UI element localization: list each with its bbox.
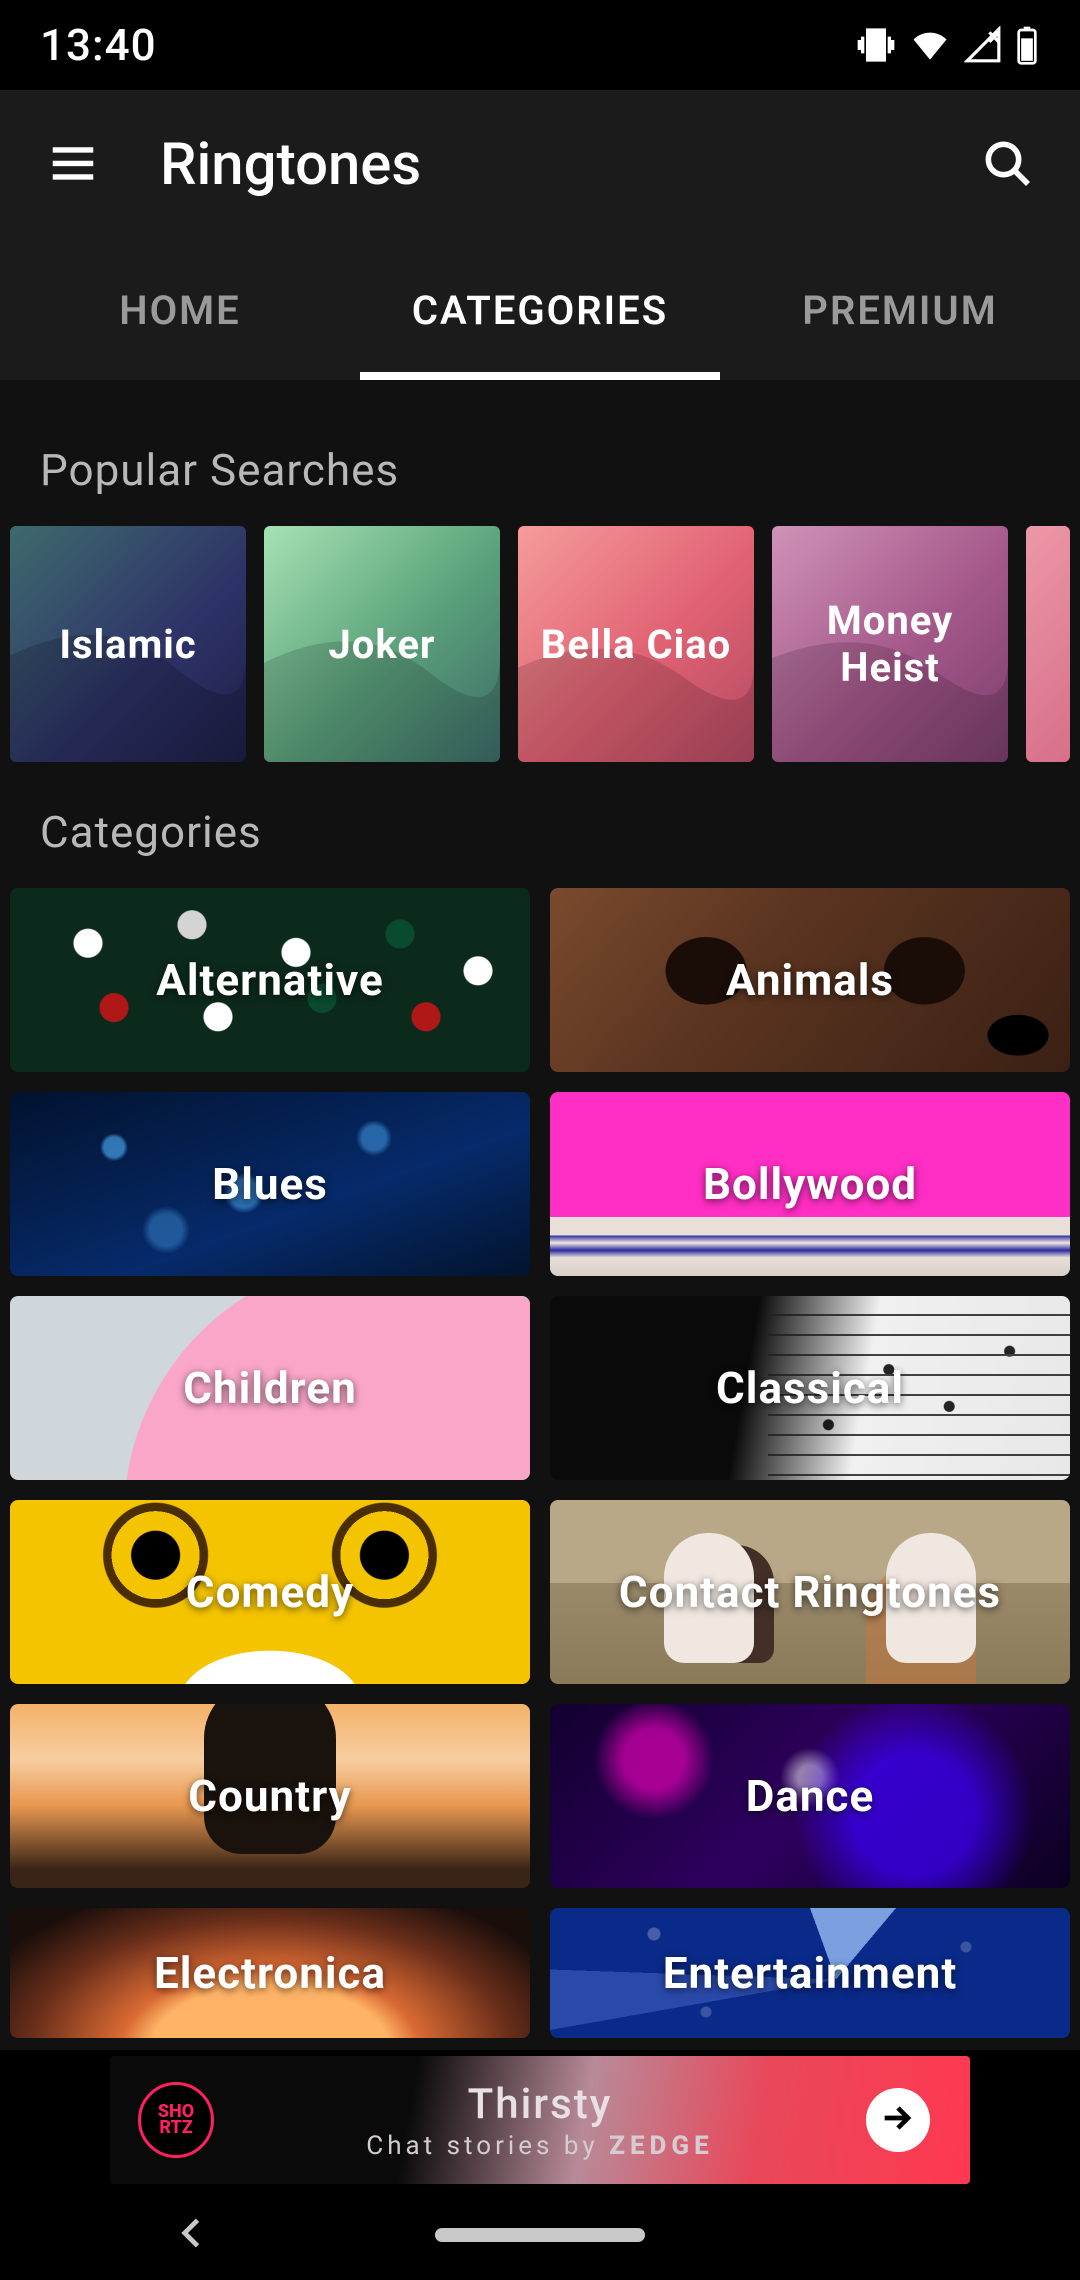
vibrate-icon (856, 25, 896, 65)
ad-text-block: Thirsty Chat stories by ZEDGE (214, 2080, 866, 2161)
hamburger-icon (46, 136, 100, 194)
category-card-comedy[interactable]: Comedy (10, 1500, 530, 1684)
category-label: Comedy (186, 1566, 354, 1618)
ad-brand-badge: SHO RTZ (138, 2082, 214, 2158)
category-card-alternative[interactable]: Alternative (10, 888, 530, 1072)
app-bar: Ringtones (0, 90, 1080, 240)
tab-home[interactable]: HOME (0, 240, 360, 380)
status-bar: 13:40 (0, 0, 1080, 90)
category-card-bollywood[interactable]: Bollywood (550, 1092, 1070, 1276)
category-label: Dance (746, 1770, 875, 1822)
category-label: Children (183, 1362, 357, 1414)
category-card-country[interactable]: Country (10, 1704, 530, 1888)
status-time: 13:40 (40, 19, 157, 71)
category-card-children[interactable]: Children (10, 1296, 530, 1480)
ad-subtitle: Chat stories by ZEDGE (214, 2131, 866, 2161)
categories-heading: Categories (0, 762, 1080, 888)
ad-banner[interactable]: SHO RTZ Thirsty Chat stories by ZEDGE (110, 2056, 970, 2184)
system-nav-bar (0, 2190, 1080, 2280)
popular-label: Islamic (59, 621, 196, 668)
category-card-animals[interactable]: Animals (550, 888, 1070, 1072)
category-label: Entertainment (663, 1947, 957, 1999)
page-title: Ringtones (160, 131, 970, 199)
status-icons (856, 23, 1040, 67)
nav-home-pill[interactable] (435, 2228, 645, 2242)
menu-button[interactable] (36, 128, 110, 202)
category-card-dance[interactable]: Dance (550, 1704, 1070, 1888)
popular-heading: Popular Searches (0, 420, 1080, 526)
nav-back-button[interactable] (170, 2211, 214, 2259)
tab-label: HOME (119, 287, 240, 334)
search-button[interactable] (970, 128, 1044, 202)
popular-label: Money Heist (782, 597, 998, 691)
popular-searches-row[interactable]: Islamic Joker Bella Ciao Money Heist (0, 526, 1080, 762)
content-scroll[interactable]: Popular Searches Islamic Joker Bella Cia… (0, 380, 1080, 2050)
tab-premium[interactable]: PREMIUM (720, 240, 1080, 380)
ad-badge-text: SHO RTZ (158, 2104, 194, 2136)
category-label: Animals (726, 954, 894, 1006)
category-label: Electronica (154, 1947, 386, 1999)
ad-go-button[interactable] (866, 2088, 930, 2152)
category-label: Bollywood (703, 1158, 917, 1210)
popular-label: Bella Ciao (541, 621, 731, 668)
tab-label: CATEGORIES (412, 287, 668, 334)
popular-card-bella-ciao[interactable]: Bella Ciao (518, 526, 754, 762)
tab-label: PREMIUM (802, 287, 997, 334)
category-card-classical[interactable]: Classical (550, 1296, 1070, 1480)
search-icon (979, 135, 1035, 195)
ad-banner-container: SHO RTZ Thirsty Chat stories by ZEDGE (0, 2050, 1080, 2190)
popular-card-islamic[interactable]: Islamic (10, 526, 246, 762)
category-label: Classical (716, 1362, 904, 1414)
tab-bar: HOME CATEGORIES PREMIUM (0, 240, 1080, 380)
category-card-contact-ringtones[interactable]: Contact Ringtones (550, 1500, 1070, 1684)
popular-card-money-heist[interactable]: Money Heist (772, 526, 1008, 762)
categories-grid: Alternative Animals Blues Bollywood Chil… (0, 888, 1080, 2038)
battery-icon (1014, 25, 1040, 65)
chevron-left-icon (170, 2240, 214, 2259)
popular-label: Joker (328, 621, 435, 668)
arrow-right-icon (878, 2098, 918, 2142)
ad-title: Thirsty (214, 2080, 866, 2129)
popular-card-joker[interactable]: Joker (264, 526, 500, 762)
category-label: Contact Ringtones (619, 1566, 1001, 1618)
category-label: Alternative (156, 954, 383, 1006)
category-card-electronica[interactable]: Electronica (10, 1908, 530, 2038)
category-card-entertainment[interactable]: Entertainment (550, 1908, 1070, 2038)
tab-categories[interactable]: CATEGORIES (360, 240, 720, 380)
cellular-no-signal-icon (964, 26, 1002, 64)
category-label: Country (188, 1770, 351, 1822)
wifi-icon (908, 23, 952, 67)
category-card-blues[interactable]: Blues (10, 1092, 530, 1276)
popular-card-peek[interactable] (1026, 526, 1070, 762)
category-label: Blues (212, 1158, 328, 1210)
